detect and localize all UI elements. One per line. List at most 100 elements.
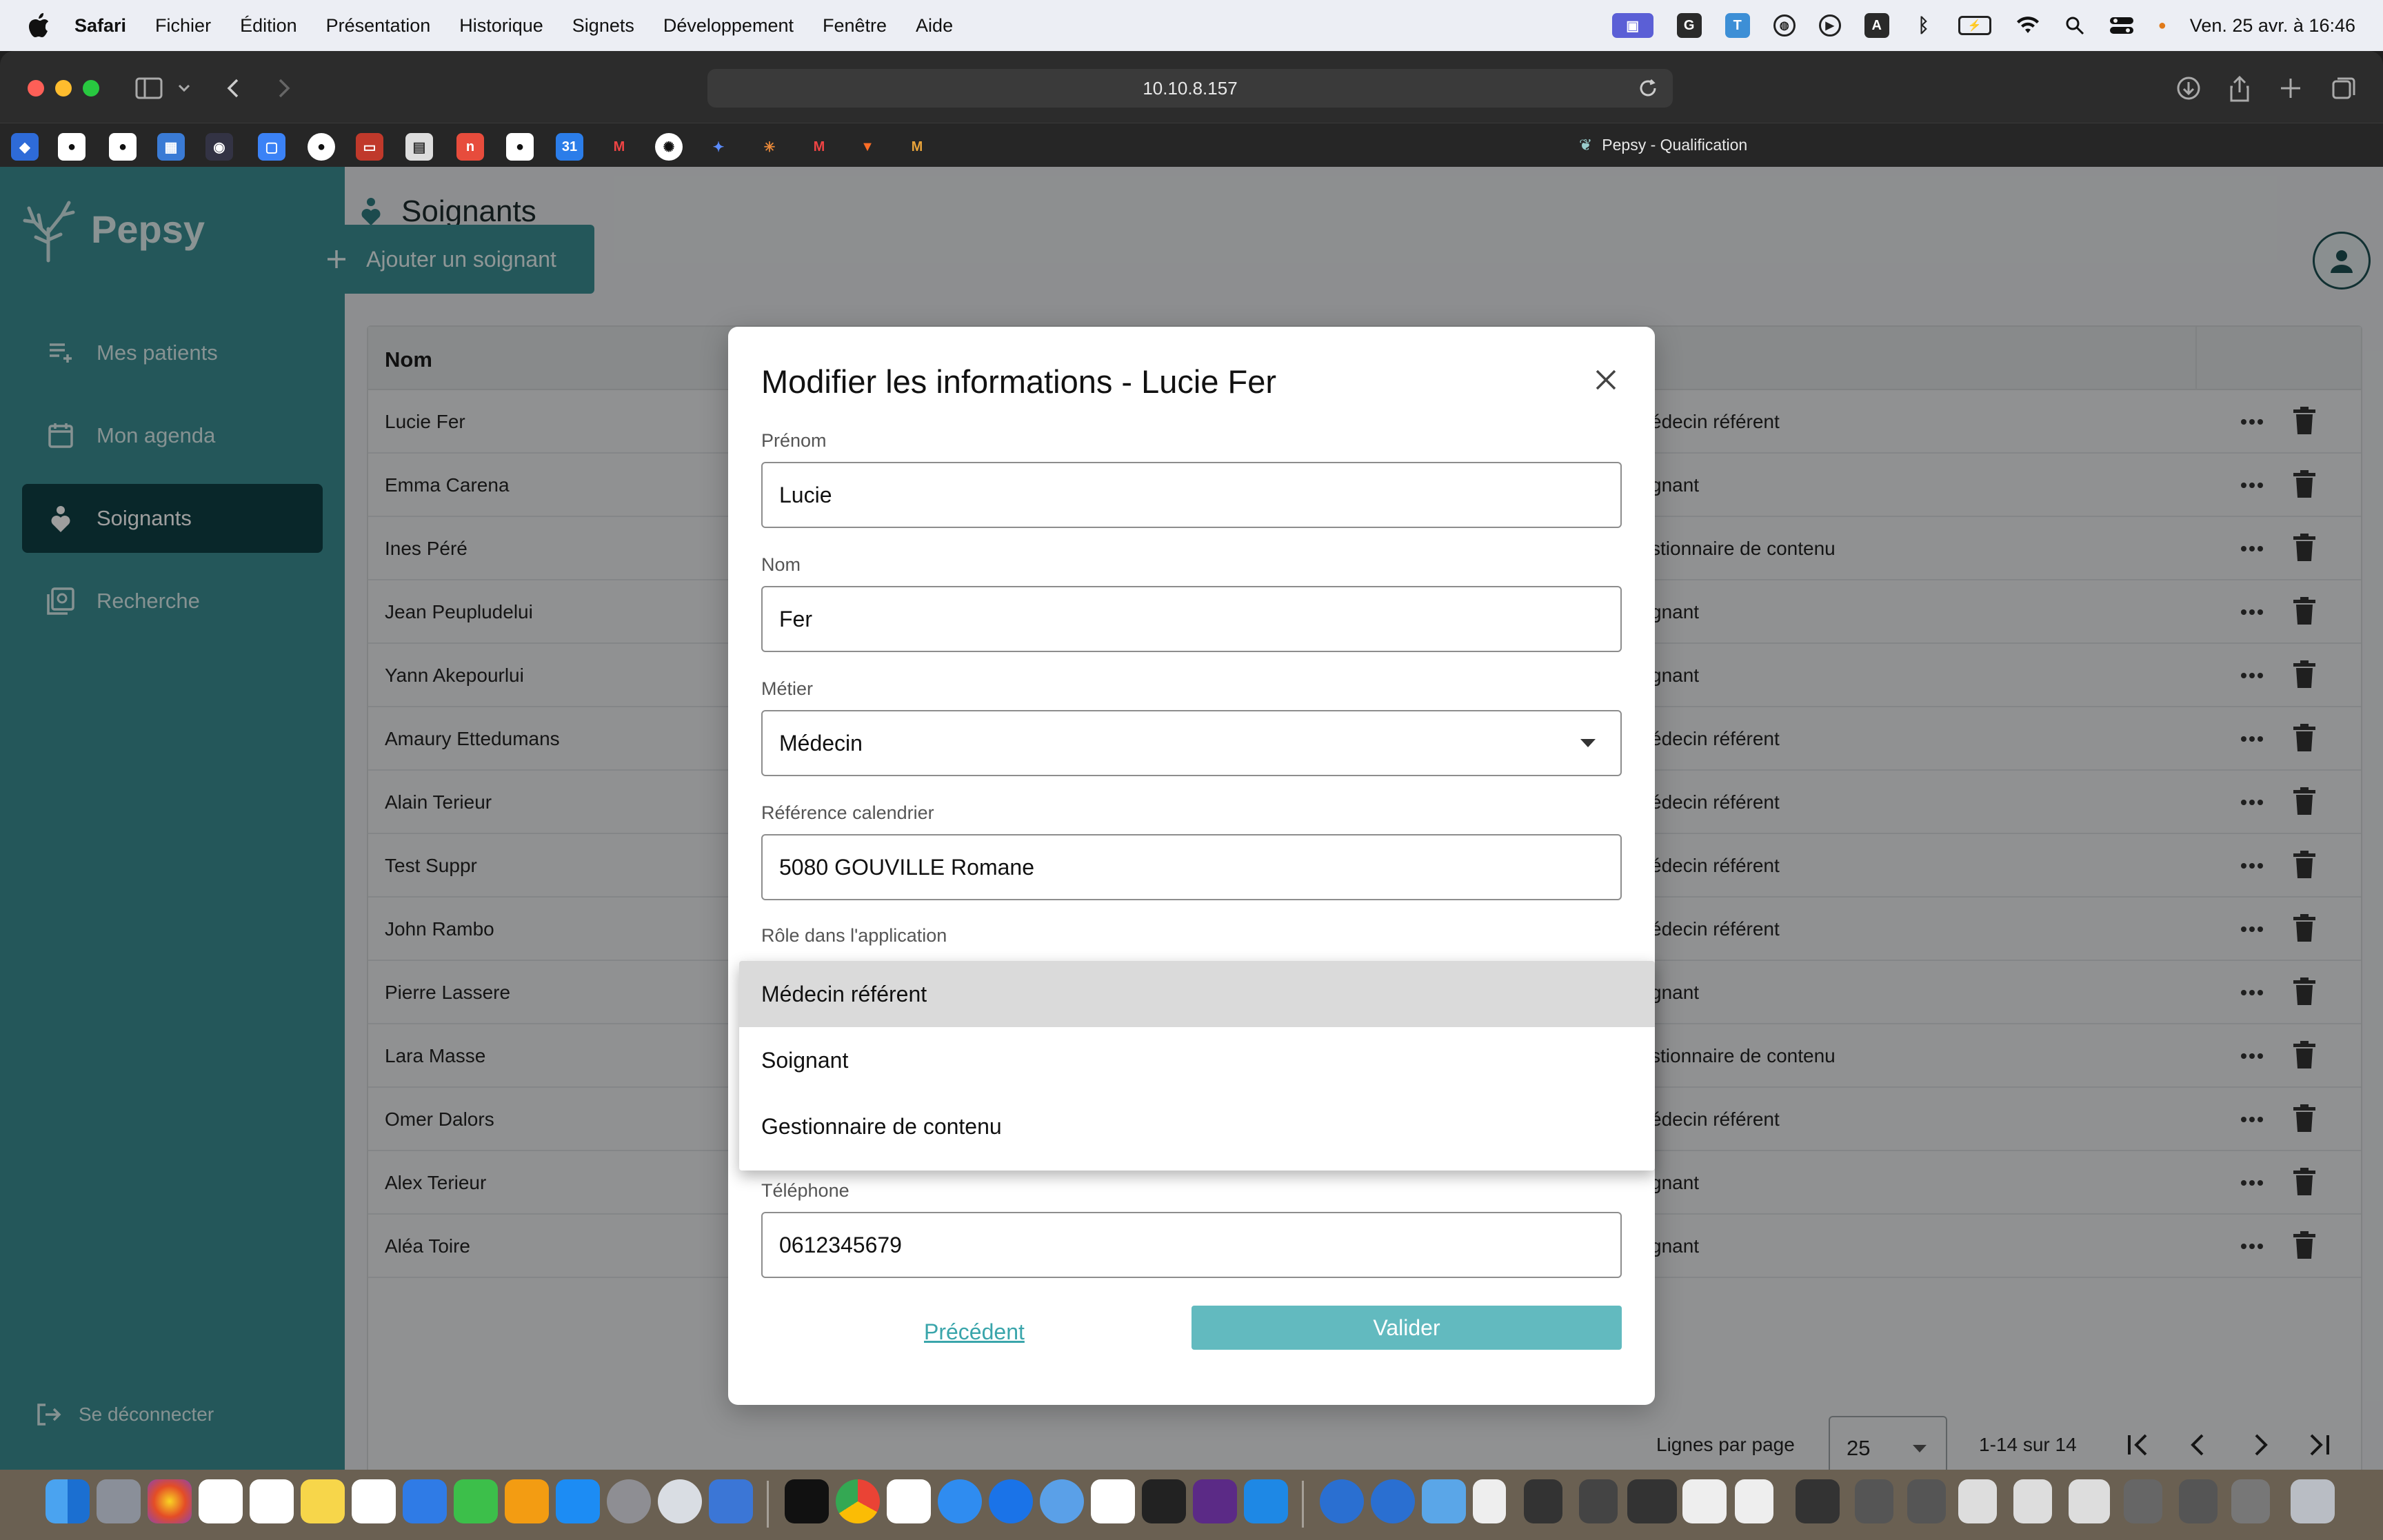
window-thumbnail-icon[interactable] bbox=[1855, 1479, 1893, 1523]
favorite-gitlab-icon[interactable]: ▼ bbox=[854, 133, 881, 161]
xcode-icon[interactable] bbox=[709, 1479, 753, 1523]
window-thumbnail-icon[interactable] bbox=[1473, 1479, 1506, 1523]
favorite-gmail-icon[interactable]: M bbox=[805, 133, 833, 161]
maps-pin-icon[interactable] bbox=[989, 1479, 1033, 1523]
favorite-n-icon[interactable]: n bbox=[456, 133, 484, 161]
back-icon[interactable] bbox=[218, 72, 251, 105]
apple-logo-icon[interactable] bbox=[28, 12, 50, 39]
control-center-icon[interactable] bbox=[2109, 15, 2135, 36]
network-icon[interactable] bbox=[1371, 1479, 1415, 1523]
minimize-window-button[interactable] bbox=[55, 80, 72, 97]
favorite-calendar-icon[interactable]: ▤ bbox=[405, 133, 433, 161]
vscode-icon[interactable] bbox=[1244, 1479, 1288, 1523]
mail-plus-icon[interactable] bbox=[1040, 1479, 1084, 1523]
favorite-docker-icon[interactable]: ▦ bbox=[157, 133, 185, 161]
app-store-icon[interactable] bbox=[556, 1479, 600, 1523]
window-thumbnail-icon[interactable] bbox=[1907, 1479, 1946, 1523]
favorite-openai-icon[interactable]: ✺ bbox=[655, 133, 683, 161]
window-thumbnail-icon[interactable] bbox=[2013, 1479, 2052, 1523]
trash-icon[interactable] bbox=[2291, 1479, 2335, 1523]
freeform-icon[interactable] bbox=[352, 1479, 396, 1523]
favorite-screen-icon[interactable]: ▭ bbox=[356, 133, 383, 161]
pages-icon[interactable] bbox=[505, 1479, 549, 1523]
favorite-profile-icon[interactable]: ◉ bbox=[205, 133, 233, 161]
window-thumbnail-icon[interactable] bbox=[1682, 1479, 1727, 1523]
menu-historique[interactable]: Historique bbox=[459, 15, 543, 37]
screen-share-icon[interactable]: ▣ bbox=[1611, 13, 1653, 38]
nom-field[interactable]: Fer bbox=[761, 586, 1622, 652]
photos-icon[interactable] bbox=[148, 1479, 192, 1523]
favorite-github-icon[interactable]: ● bbox=[109, 133, 137, 161]
battery-icon[interactable]: ⚡ bbox=[1958, 16, 1991, 35]
favorite-m-icon[interactable]: M bbox=[903, 133, 931, 161]
window-thumbnail-icon[interactable] bbox=[1735, 1479, 1773, 1523]
role-option-soignant[interactable]: Soignant bbox=[739, 1027, 1655, 1093]
launchpad-icon[interactable] bbox=[97, 1479, 141, 1523]
menu-signets[interactable]: Signets bbox=[572, 15, 634, 37]
network-icon[interactable] bbox=[1320, 1479, 1364, 1523]
previous-link[interactable]: Précédent bbox=[924, 1319, 1025, 1345]
window-thumbnail-icon[interactable] bbox=[2179, 1479, 2218, 1523]
window-thumbnail-icon[interactable] bbox=[2124, 1479, 2162, 1523]
close-window-button[interactable] bbox=[28, 80, 44, 97]
translator-icon[interactable] bbox=[887, 1479, 931, 1523]
active-tab[interactable]: ❦ Pepsy - Qualification bbox=[1579, 136, 1747, 154]
numbers-icon[interactable] bbox=[454, 1479, 498, 1523]
grammarly-icon[interactable]: G bbox=[1676, 13, 1702, 38]
folder-icon[interactable] bbox=[1422, 1479, 1466, 1523]
window-thumbnail-icon[interactable] bbox=[1524, 1479, 1562, 1523]
validate-button[interactable]: Valider bbox=[1192, 1306, 1622, 1350]
downloads-icon[interactable] bbox=[2172, 72, 2205, 105]
tray-t-icon[interactable]: T bbox=[1725, 13, 1750, 38]
close-icon[interactable] bbox=[1590, 364, 1622, 396]
favorite-circle-icon[interactable]: ● bbox=[308, 133, 335, 161]
window-thumbnail-icon[interactable] bbox=[1796, 1479, 1840, 1523]
calendrier-field[interactable]: 5080 GOUVILLE Romane bbox=[761, 834, 1622, 900]
menu-safari[interactable]: Safari bbox=[74, 15, 126, 37]
notes-icon[interactable] bbox=[301, 1479, 345, 1523]
role-option-medecin-referent[interactable]: Médecin référent bbox=[739, 961, 1655, 1027]
play-tray-icon[interactable]: ▶ bbox=[1818, 14, 1841, 37]
favorite-github-icon[interactable]: ● bbox=[58, 133, 86, 161]
role-option-gestionnaire[interactable]: Gestionnaire de contenu bbox=[739, 1093, 1655, 1159]
system-settings-icon[interactable] bbox=[607, 1479, 651, 1523]
safari-icon[interactable] bbox=[938, 1479, 982, 1523]
menu-fenetre[interactable]: Fenêtre bbox=[823, 15, 887, 37]
terminal-icon[interactable] bbox=[785, 1479, 829, 1523]
window-thumbnail-icon[interactable] bbox=[1627, 1479, 1677, 1523]
favorite-gemini-icon[interactable]: ✦ bbox=[705, 133, 732, 161]
tab-overview-icon[interactable] bbox=[2326, 72, 2360, 105]
favorite-jira-icon[interactable]: ◆ bbox=[11, 133, 39, 161]
menu-edition[interactable]: Édition bbox=[240, 15, 297, 37]
sidebar-toggle-icon[interactable] bbox=[132, 72, 165, 105]
menu-aide[interactable]: Aide bbox=[916, 15, 953, 37]
menu-developpement[interactable]: Développement bbox=[663, 15, 794, 37]
menubar-clock[interactable]: Ven. 25 avr. à 16:46 bbox=[2190, 15, 2355, 37]
share-icon[interactable] bbox=[2223, 72, 2256, 105]
reminders-icon[interactable] bbox=[250, 1479, 294, 1523]
address-bar[interactable]: 10.10.8.157 bbox=[707, 69, 1673, 108]
tray-a-icon[interactable]: A bbox=[1864, 13, 1889, 38]
graphql-icon[interactable] bbox=[1193, 1479, 1237, 1523]
zoom-window-button[interactable] bbox=[83, 80, 99, 97]
window-thumbnail-icon[interactable] bbox=[1958, 1479, 1997, 1523]
globe-tray-icon[interactable]: ◍ bbox=[1773, 14, 1796, 37]
pycharm-icon[interactable] bbox=[1142, 1479, 1186, 1523]
metier-select[interactable]: Médecin bbox=[761, 710, 1622, 776]
window-thumbnail-icon[interactable] bbox=[1579, 1479, 1618, 1523]
prenom-field[interactable]: Lucie bbox=[761, 462, 1622, 528]
forward-icon[interactable] bbox=[266, 72, 299, 105]
favorite-gmail-icon[interactable]: M bbox=[605, 133, 633, 161]
window-thumbnail-icon[interactable] bbox=[2069, 1479, 2110, 1523]
calendar-app-icon[interactable] bbox=[199, 1479, 243, 1523]
menu-presentation[interactable]: Présentation bbox=[326, 15, 431, 37]
chevron-down-icon[interactable] bbox=[174, 72, 194, 105]
keynote-icon[interactable] bbox=[403, 1479, 447, 1523]
favorite-bitwarden-icon[interactable]: ▢ bbox=[258, 133, 285, 161]
window-thumbnail-icon[interactable] bbox=[2231, 1479, 2270, 1523]
favorite-google-calendar-icon[interactable]: 31 bbox=[556, 133, 583, 161]
chrome-icon[interactable] bbox=[836, 1479, 880, 1523]
menu-fichier[interactable]: Fichier bbox=[155, 15, 211, 37]
telephone-field[interactable]: 0612345679 bbox=[761, 1212, 1622, 1278]
finder-icon[interactable] bbox=[46, 1479, 90, 1523]
